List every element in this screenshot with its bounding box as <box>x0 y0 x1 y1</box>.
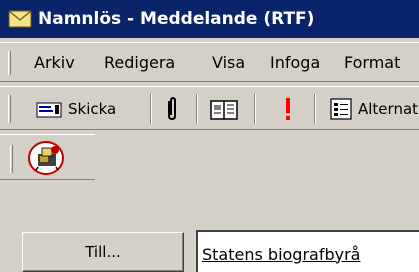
menu-item-format[interactable]: Format <box>344 53 400 73</box>
toolbar-separator <box>150 94 152 124</box>
toolbar-grip[interactable] <box>10 145 13 173</box>
options-icon <box>330 98 352 120</box>
exclamation-icon[interactable] <box>278 95 298 123</box>
custom-toolbar <box>0 134 95 180</box>
send-label: Skicka <box>68 100 117 118</box>
menu-bar: Arkiv Redigera Visa Infoga Format <box>0 42 419 82</box>
menu-item-arkiv[interactable]: Arkiv <box>34 53 75 73</box>
menu-grip[interactable] <box>8 51 11 75</box>
toolbar-separator <box>254 94 256 124</box>
address-book-icon[interactable] <box>208 95 240 123</box>
toolbar-separator <box>196 94 198 124</box>
window-title: Namnlös - Meddelande (RTF) <box>38 9 315 29</box>
to-field[interactable] <box>196 230 419 272</box>
toolbar-separator <box>314 94 316 124</box>
menu-item-visa[interactable]: Visa <box>212 53 245 73</box>
toolbar-custom-icon[interactable] <box>26 140 66 176</box>
envelope-icon <box>8 10 32 28</box>
to-button[interactable]: Till... <box>22 232 184 272</box>
options-label: Alternativ <box>358 100 419 118</box>
standard-toolbar: Skicka Alternativ <box>0 86 419 130</box>
title-bar: Namnlös - Meddelande (RTF) <box>0 0 419 38</box>
send-button[interactable]: Skicka <box>32 95 142 123</box>
paperclip-icon[interactable] <box>162 95 182 123</box>
send-icon <box>36 102 62 118</box>
menu-item-infoga[interactable]: Infoga <box>270 53 320 73</box>
address-row: Till... <box>0 224 419 272</box>
options-button[interactable]: Alternativ <box>328 95 419 123</box>
menu-item-redigera[interactable]: Redigera <box>104 53 175 73</box>
toolbar-grip[interactable] <box>8 95 11 123</box>
